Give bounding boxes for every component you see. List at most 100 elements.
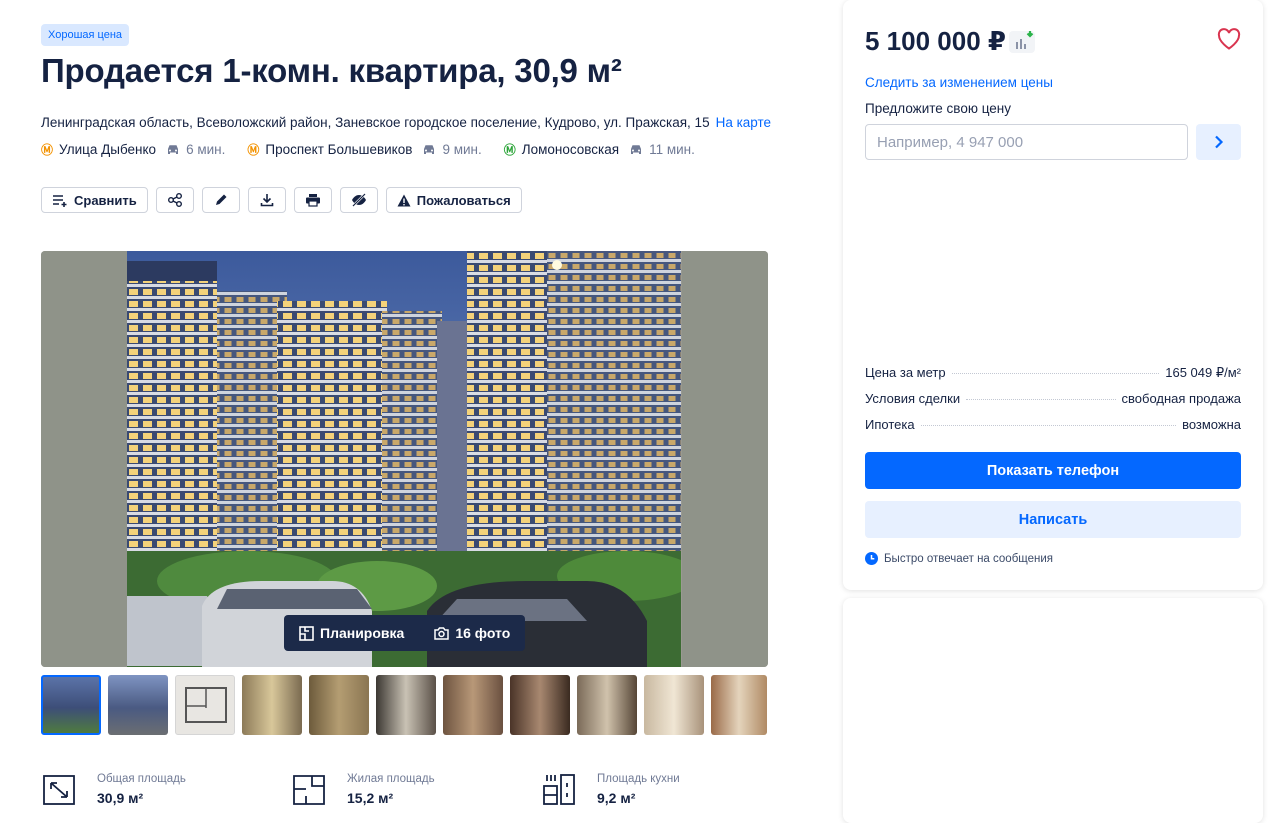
show-phone-button[interactable]: Показать телефон	[865, 452, 1241, 489]
param-label: Условия сделки	[865, 391, 961, 406]
share-icon	[167, 193, 182, 207]
thumbnail[interactable]	[443, 675, 503, 735]
offer-price-input[interactable]	[865, 124, 1188, 160]
feature-value: 9,2 м²	[597, 790, 636, 806]
pencil-icon	[215, 194, 227, 205]
clock-icon	[865, 552, 878, 565]
metro-time: 9 мин.	[442, 142, 482, 157]
living-area-icon	[293, 775, 325, 805]
warning-icon	[397, 194, 411, 206]
param-row: Ипотека возможна	[865, 417, 1241, 432]
metro-time: 11 мин.	[649, 142, 695, 157]
floorplan-button[interactable]: Планировка	[284, 615, 419, 651]
download-button[interactable]	[247, 187, 286, 213]
good-price-badge: Хорошая цена	[41, 24, 130, 46]
fast-reply-text: Быстро отвечает на сообщения	[884, 552, 1054, 565]
feature-kitchen-area: Площадь кухни 9,2 м²	[541, 771, 791, 807]
complain-label: Пожаловаться	[416, 192, 511, 208]
dotted-leader	[951, 373, 1160, 374]
follow-price-link[interactable]: Следить за изменением цены	[865, 75, 1053, 90]
thumbnail[interactable]	[711, 675, 767, 735]
metro-name: Улица Дыбенко	[59, 142, 157, 157]
write-message-button[interactable]: Написать	[865, 501, 1241, 538]
download-icon	[260, 194, 274, 207]
share-button[interactable]	[155, 187, 194, 213]
kitchen-area-icon	[543, 774, 575, 805]
thumbnail[interactable]	[309, 675, 369, 735]
metro-list: Ⓜ Улица Дыбенко 6 мин. Ⓜ Проспект Больше…	[41, 141, 717, 158]
feature-value: 15,2 м²	[347, 790, 394, 806]
chevron-right-icon	[1214, 135, 1223, 149]
dotted-leader	[920, 425, 1177, 426]
feature-living-area: Жилая площадь 15,2 м²	[291, 771, 541, 807]
compare-button[interactable]: Сравнить	[41, 187, 148, 213]
print-button[interactable]	[293, 187, 332, 213]
param-label: Цена за метр	[865, 365, 946, 380]
thumbnail[interactable]	[510, 675, 570, 735]
thumbnail-strip	[41, 675, 767, 735]
address: Ленинградская область, Всеволожский райо…	[41, 115, 771, 130]
metro-icon: Ⓜ	[503, 143, 516, 157]
feature-label: Жилая площадь	[347, 773, 435, 785]
address-text: Ленинградская область, Всеволожский райо…	[41, 115, 710, 130]
metro-item[interactable]: Ⓜ Проспект Большевиков 9 мин.	[247, 141, 481, 158]
complain-button[interactable]: Пожаловаться	[385, 187, 522, 213]
car-icon	[631, 145, 642, 154]
total-area-icon	[43, 775, 75, 805]
gallery-left-backdrop	[41, 251, 127, 667]
price-chart-icon	[1016, 30, 1034, 49]
floorplan-label: Планировка	[320, 625, 405, 641]
compare-label: Сравнить	[74, 192, 137, 208]
hide-button[interactable]	[339, 187, 378, 213]
photos-count-label: 16 фото	[455, 625, 511, 641]
offer-price-label: Предложите свою цену	[865, 101, 1011, 116]
price-history-button[interactable]	[1009, 30, 1035, 53]
thumbnail[interactable]	[242, 675, 302, 735]
photos-button[interactable]: 16 фото	[419, 615, 525, 651]
camera-icon	[434, 627, 450, 640]
edit-button[interactable]	[201, 187, 240, 213]
car-icon	[424, 145, 435, 154]
metro-icon: Ⓜ	[247, 143, 260, 157]
hide-eye-icon	[351, 193, 366, 207]
floorplan-icon	[299, 625, 314, 641]
dotted-leader	[966, 399, 1116, 400]
price: 5 100 000 ₽	[865, 26, 1006, 56]
param-value: возможна	[1182, 417, 1241, 432]
feature-label: Общая площадь	[97, 773, 186, 785]
thumbnail[interactable]	[644, 675, 704, 735]
thumbnail[interactable]	[108, 675, 168, 735]
favorite-heart-icon[interactable]	[1217, 28, 1241, 50]
metro-name: Проспект Большевиков	[265, 142, 413, 157]
fast-reply-note: Быстро отвечает на сообщения	[865, 552, 1053, 565]
param-value: 165 049 ₽/м²	[1165, 365, 1241, 380]
offer-submit-button[interactable]	[1196, 124, 1241, 160]
floorplan-thumbnail	[185, 687, 227, 723]
action-toolbar: Сравнить Пожаловаться	[41, 187, 522, 213]
photo-gallery[interactable]: Планировка 16 фото	[41, 251, 768, 667]
feature-label: Площадь кухни	[597, 773, 680, 785]
thumbnail[interactable]	[376, 675, 436, 735]
main-photo[interactable]	[127, 251, 681, 667]
thumbnail[interactable]	[41, 675, 101, 735]
metro-item[interactable]: Ⓜ Улица Дыбенко 6 мин.	[41, 141, 225, 158]
metro-name: Ломоносовская	[521, 142, 620, 157]
thumbnail[interactable]	[577, 675, 637, 735]
thumbnail[interactable]	[175, 675, 235, 735]
gallery-right-backdrop	[682, 251, 768, 667]
car-icon	[168, 145, 179, 154]
param-label: Ипотека	[865, 417, 915, 432]
metro-icon: Ⓜ	[41, 143, 54, 157]
gallery-overlay-buttons: Планировка 16 фото	[284, 615, 526, 651]
metro-time: 6 мин.	[186, 142, 226, 157]
param-row: Цена за метр 165 049 ₽/м²	[865, 365, 1241, 381]
metro-item[interactable]: Ⓜ Ломоносовская 11 мин.	[504, 141, 695, 158]
secondary-card	[843, 598, 1263, 823]
on-map-link[interactable]: На карте	[716, 115, 771, 130]
param-row: Условия сделки свободная продажа	[865, 391, 1241, 406]
param-value: свободная продажа	[1121, 391, 1241, 406]
compare-icon	[53, 195, 67, 207]
feature-total-area: Общая площадь 30,9 м²	[41, 771, 291, 807]
area-features: Общая площадь 30,9 м² Жилая площадь 15,2…	[41, 771, 791, 807]
page-title: Продается 1-комн. квартира, 30,9 м²	[41, 52, 622, 89]
